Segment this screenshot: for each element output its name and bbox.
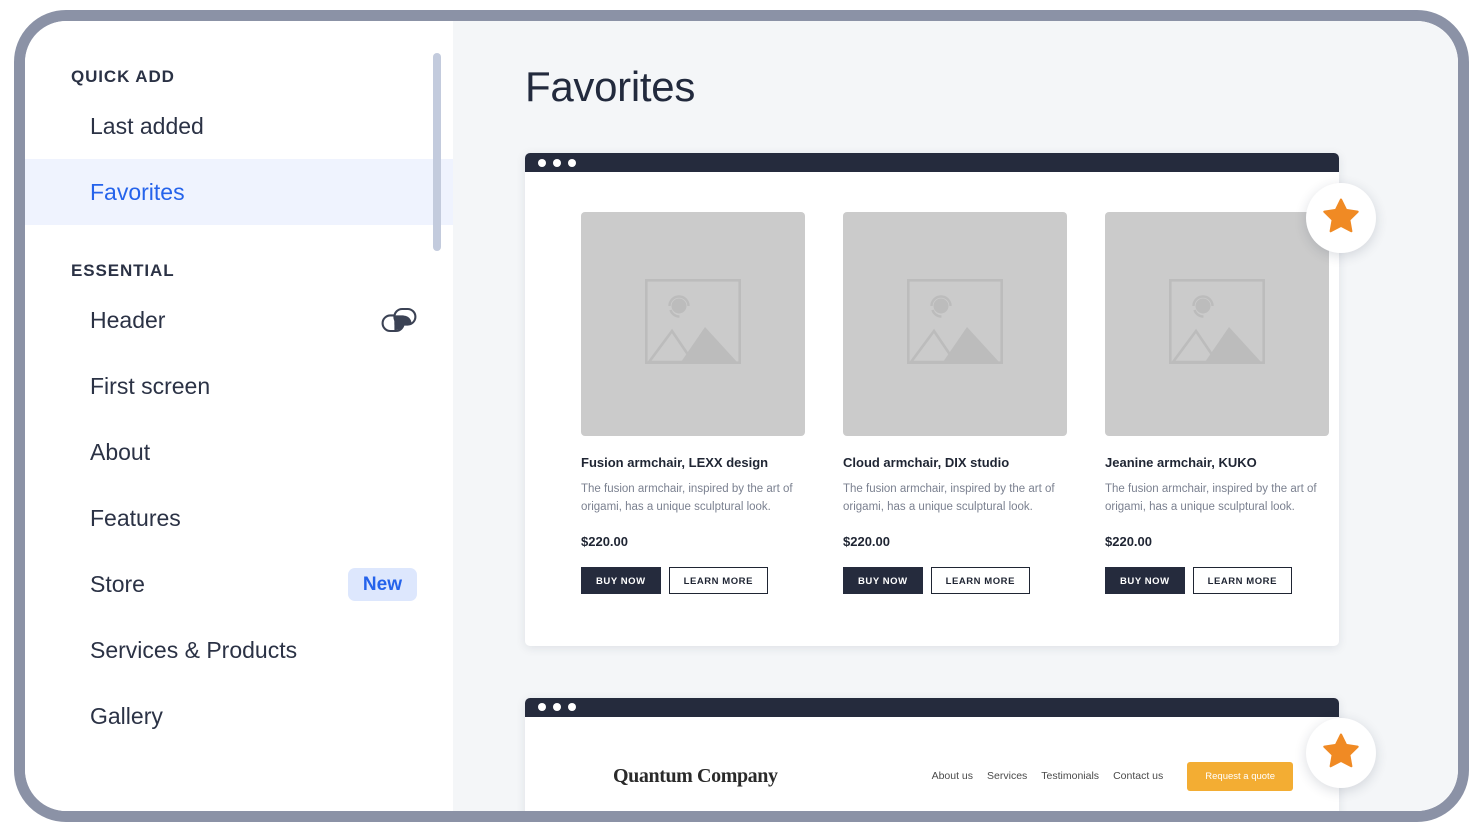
brand-logo: Quantum Company xyxy=(613,764,778,787)
nav-link-about-us[interactable]: About us xyxy=(932,770,973,782)
sidebar-section-title-essential: ESSENTIAL xyxy=(71,261,175,280)
sidebar-item-gallery[interactable]: Gallery xyxy=(25,683,453,749)
product-price: $220.00 xyxy=(1105,533,1152,549)
image-placeholder-icon xyxy=(644,278,742,369)
favorite-star-badge[interactable] xyxy=(1306,183,1376,253)
learn-more-button[interactable]: LEARN MORE xyxy=(668,566,768,594)
product-thumbnail xyxy=(1105,212,1329,436)
browser-title-bar xyxy=(525,153,1339,172)
window-dot-icon xyxy=(568,158,576,167)
product-card[interactable]: Jeanine armchair, KUKO The fusion armcha… xyxy=(1105,212,1329,594)
image-placeholder-icon xyxy=(1168,278,1266,369)
site-nav: About us Services Testimonials Contact u… xyxy=(932,761,1293,791)
image-placeholder-icon xyxy=(906,278,1004,369)
sidebar-item-label: Store xyxy=(90,570,145,597)
learn-more-button[interactable]: LEARN MORE xyxy=(1192,566,1292,594)
sidebar-item-label: About xyxy=(90,438,151,465)
nav-link-testimonials[interactable]: Testimonials xyxy=(1041,770,1099,782)
device-frame: QUICK ADD Last added Favorites ESSENTIAL… xyxy=(14,10,1469,822)
product-card[interactable]: Cloud armchair, DIX studio The fusion ar… xyxy=(843,212,1067,594)
nav-link-services[interactable]: Services xyxy=(987,770,1027,782)
product-thumbnail xyxy=(843,212,1067,436)
sidebar-scrollbar-track[interactable] xyxy=(433,21,441,811)
learn-more-button[interactable]: LEARN MORE xyxy=(930,566,1030,594)
buy-now-button[interactable]: BUY NOW xyxy=(581,566,661,594)
sidebar-item-store[interactable]: Store New xyxy=(25,551,453,617)
product-actions: BUY NOW LEARN MORE xyxy=(581,566,805,594)
nav-link-contact-us[interactable]: Contact us xyxy=(1113,770,1163,782)
window-dot-icon xyxy=(553,158,561,167)
window-dot-icon xyxy=(553,703,561,712)
sidebar-item-label: Gallery xyxy=(90,702,163,729)
sidebar-item-label: Header xyxy=(90,306,166,333)
star-icon xyxy=(1323,733,1359,773)
sidebar-item-label: First screen xyxy=(90,372,211,399)
main-content: Favorites Fusion armchair, LEXX design T… xyxy=(453,21,1458,811)
sidebar-item-last-added[interactable]: Last added xyxy=(25,93,453,159)
sidebar-item-services-and-products[interactable]: Services & Products xyxy=(25,617,453,683)
product-name: Jeanine armchair, KUKO xyxy=(1105,455,1257,470)
sidebar-item-favorites[interactable]: Favorites xyxy=(25,159,453,225)
request-a-quote-button[interactable]: Request a quote xyxy=(1187,761,1293,791)
products-preview-card: Fusion armchair, LEXX design The fusion … xyxy=(525,153,1376,646)
app-window: QUICK ADD Last added Favorites ESSENTIAL… xyxy=(25,21,1458,811)
page-title: Favorites xyxy=(525,63,696,110)
product-actions: BUY NOW LEARN MORE xyxy=(1105,566,1329,594)
sidebar-section-title-quick-add: QUICK ADD xyxy=(71,67,175,86)
sidebar-item-header[interactable]: Header xyxy=(25,287,453,353)
product-grid: Fusion armchair, LEXX design The fusion … xyxy=(525,172,1339,646)
product-description: The fusion armchair, inspired by the art… xyxy=(581,483,793,513)
buy-now-button[interactable]: BUY NOW xyxy=(1105,566,1185,594)
window-dot-icon xyxy=(568,703,576,712)
sidebar-item-label: Features xyxy=(90,504,181,531)
product-name: Fusion armchair, LEXX design xyxy=(581,455,769,470)
window-dot-icon xyxy=(538,703,546,712)
product-actions: BUY NOW LEARN MORE xyxy=(843,566,1067,594)
sidebar: QUICK ADD Last added Favorites ESSENTIAL… xyxy=(25,21,453,811)
buy-now-button[interactable]: BUY NOW xyxy=(843,566,923,594)
sidebar-item-features[interactable]: Features xyxy=(25,485,453,551)
site-header-preview: Quantum Company About us Services Testim… xyxy=(525,717,1339,811)
sidebar-item-first-screen[interactable]: First screen xyxy=(25,353,453,419)
sidebar-item-label: Last added xyxy=(90,112,204,139)
product-thumbnail xyxy=(581,212,805,436)
link-icon[interactable] xyxy=(381,307,417,333)
window-dot-icon xyxy=(538,158,546,167)
sidebar-item-label: Favorites xyxy=(90,178,185,205)
product-name: Cloud armchair, DIX studio xyxy=(843,455,1010,470)
product-price: $220.00 xyxy=(581,533,628,549)
sidebar-item-label: Services & Products xyxy=(90,636,298,663)
product-price: $220.00 xyxy=(843,533,890,549)
favorite-star-badge[interactable] xyxy=(1306,717,1376,788)
header-preview-card: Quantum Company About us Services Testim… xyxy=(525,697,1376,811)
product-description: The fusion armchair, inspired by the art… xyxy=(843,483,1055,513)
browser-title-bar xyxy=(525,697,1339,717)
star-icon xyxy=(1323,198,1359,238)
product-card[interactable]: Fusion armchair, LEXX design The fusion … xyxy=(581,212,805,594)
product-description: The fusion armchair, inspired by the art… xyxy=(1105,483,1317,513)
status-badge-new: New xyxy=(347,567,417,601)
sidebar-item-about[interactable]: About xyxy=(25,419,453,485)
sidebar-scrollbar-thumb[interactable] xyxy=(433,53,441,251)
